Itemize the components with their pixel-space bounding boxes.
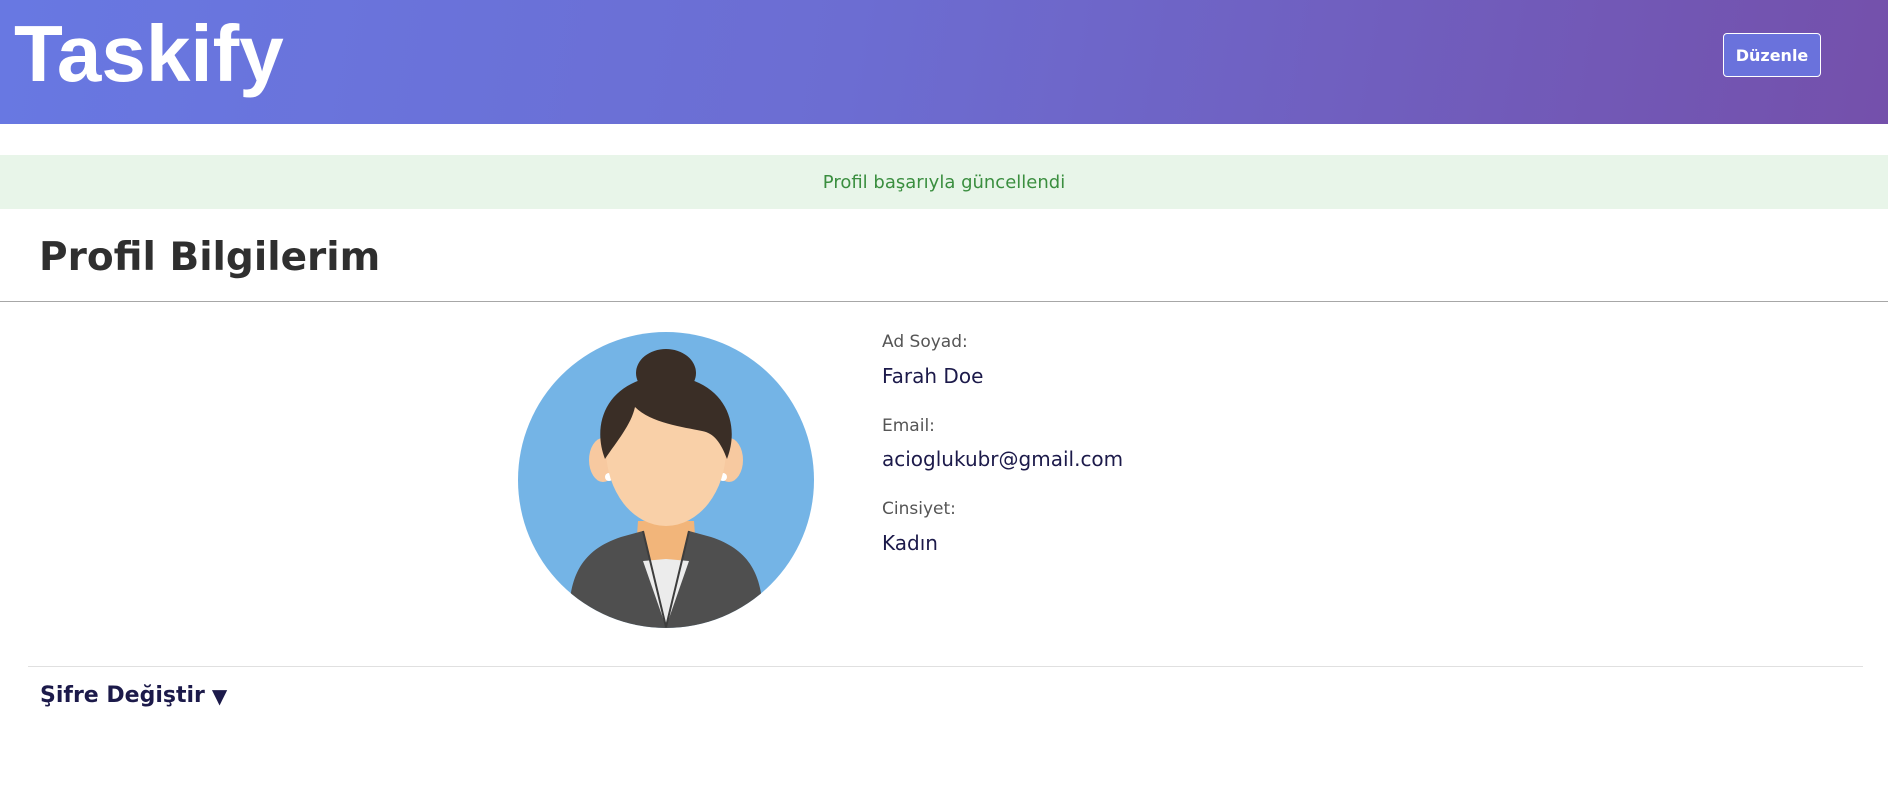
- full-name-value: Farah Doe: [882, 364, 984, 388]
- full-name-label: Ad Soyad:: [882, 332, 968, 352]
- brand-logo[interactable]: Taskify: [14, 6, 284, 102]
- email-label: Email:: [882, 416, 935, 436]
- success-alert-text: Profil başarıyla güncellendi: [822, 171, 1066, 193]
- email-value: acioglukubr@gmail.com: [882, 447, 1124, 471]
- edit-profile-button[interactable]: Düzenle: [1723, 33, 1821, 77]
- page-title: Profil Bilgilerim: [39, 235, 381, 280]
- change-password-toggle[interactable]: Şifre Değiştir ▼: [40, 683, 227, 708]
- change-password-label: Şifre Değiştir: [40, 683, 205, 708]
- triangle-down-icon: ▼: [211, 683, 228, 708]
- gender-value: Kadın: [882, 531, 938, 555]
- title-divider: [0, 301, 1888, 302]
- top-header: Taskify Düzenle: [0, 0, 1888, 124]
- gender-label: Cinsiyet:: [882, 499, 956, 519]
- section-divider: [28, 666, 1863, 667]
- female-avatar-icon: [517, 331, 815, 629]
- success-alert: Profil başarıyla güncellendi: [0, 155, 1888, 209]
